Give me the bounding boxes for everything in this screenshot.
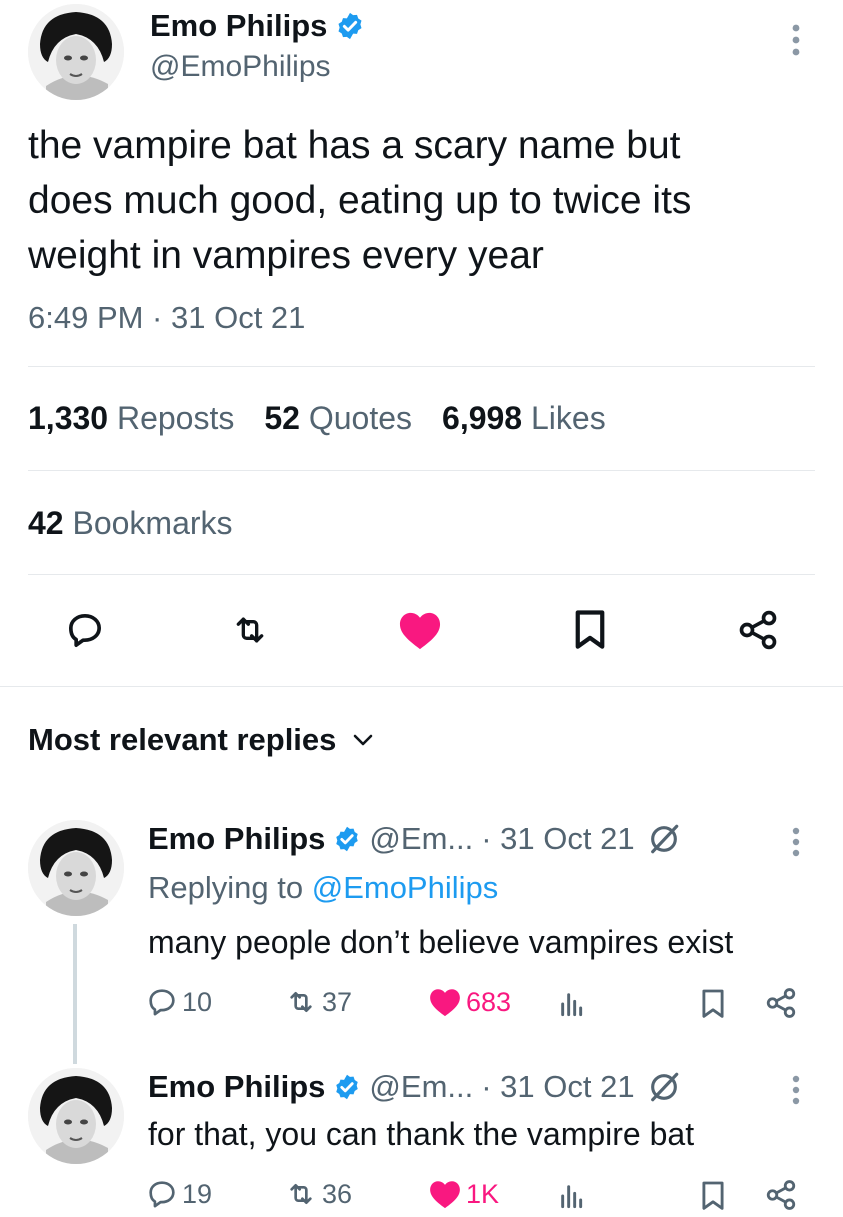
- heart-filled-icon: [399, 612, 441, 650]
- repost-count: 37: [322, 986, 353, 1017]
- verified-badge-icon: [336, 1074, 359, 1100]
- bookmarks-count: 42: [28, 505, 64, 541]
- reply-share-button[interactable]: [764, 986, 798, 1025]
- tweet-text: the vampire bat has a scary name but doe…: [28, 118, 691, 283]
- grok-icon[interactable]: [647, 1070, 681, 1104]
- replying-to-handle[interactable]: @EmoPhilips: [312, 870, 499, 905]
- replying-to-prefix: Replying to: [148, 870, 304, 905]
- reply-author-name[interactable]: Emo Philips: [148, 821, 325, 857]
- replying-to: Replying to @EmoPhilips: [148, 870, 498, 906]
- reply-icon: [69, 614, 101, 647]
- reply-reply-button[interactable]: 10: [146, 986, 212, 1018]
- reply-author-handle[interactable]: @Em...: [369, 1069, 473, 1105]
- avatar-image: [28, 1068, 124, 1164]
- likes-count: 6,998: [442, 400, 523, 436]
- reply-avatar[interactable]: [28, 820, 124, 916]
- bookmarks-label: Bookmarks: [72, 505, 233, 541]
- reply-count: 19: [182, 1178, 213, 1209]
- grok-icon[interactable]: [647, 822, 681, 856]
- reply-text: many people don’t believe vampires exist: [148, 924, 734, 960]
- quotes-count: 52: [264, 400, 300, 436]
- reply-author-handle[interactable]: @Em...: [369, 821, 473, 857]
- views-icon: [561, 993, 583, 1017]
- reply-count: 10: [182, 986, 213, 1017]
- bookmark-icon: [702, 1181, 724, 1210]
- like-count: 683: [466, 986, 512, 1017]
- heart-filled-icon: [430, 1181, 460, 1209]
- tweet-timestamp[interactable]: 6:49 PM · 31 Oct 21: [28, 300, 305, 336]
- reply-avatar[interactable]: [28, 1068, 124, 1164]
- verified-badge-icon: [338, 12, 362, 40]
- reply-header: Emo Philips @Em... · 31 Oct 21: [148, 1066, 681, 1108]
- reply-bookmark-button[interactable]: [700, 1180, 726, 1217]
- reply-date[interactable]: · 31 Oct 21: [481, 821, 634, 857]
- tweet-text-line: does much good, eating up to twice its: [28, 179, 692, 222]
- tweet-text-line: weight in vampires every year: [28, 234, 544, 277]
- reply-icon: [149, 989, 175, 1016]
- author-name-row: Emo Philips: [150, 6, 365, 46]
- author-handle[interactable]: @EmoPhilips: [150, 50, 331, 84]
- reply-views-button[interactable]: [556, 988, 588, 1025]
- avatar-image: [28, 4, 124, 100]
- reply-like-button[interactable]: 1K: [428, 1178, 499, 1210]
- reply-date[interactable]: · 31 Oct 21: [481, 1069, 634, 1105]
- bookmark-button[interactable]: [560, 605, 620, 655]
- reply-repost-button[interactable]: 36: [284, 1178, 352, 1210]
- tweet-text-line: the vampire bat has a scary name but: [28, 124, 681, 167]
- quotes-stat[interactable]: 52 Quotes: [264, 400, 412, 437]
- stats-row: 1,330 Reposts 52 Quotes 6,998 Likes: [28, 400, 606, 437]
- bookmark-icon: [702, 989, 724, 1018]
- divider: [28, 574, 815, 575]
- repost-count: 36: [322, 1178, 353, 1209]
- views-icon: [561, 1185, 583, 1209]
- reposts-stat[interactable]: 1,330 Reposts: [28, 400, 234, 437]
- repost-icon: [290, 1184, 312, 1204]
- like-count: 1K: [466, 1178, 500, 1209]
- repost-button[interactable]: [220, 605, 280, 655]
- share-icon: [766, 1180, 796, 1210]
- reply-like-button[interactable]: 683: [428, 986, 511, 1018]
- more-options-icon[interactable]: [784, 20, 808, 60]
- likes-label: Likes: [530, 400, 606, 436]
- like-button[interactable]: [390, 605, 450, 655]
- reply-bookmark-button[interactable]: [700, 988, 726, 1025]
- replies-sort-label: Most relevant replies: [28, 722, 337, 757]
- quotes-label: Quotes: [308, 400, 413, 436]
- section-divider: [0, 686, 843, 687]
- repost-icon: [290, 992, 312, 1012]
- divider: [28, 470, 815, 471]
- more-options-icon[interactable]: [784, 824, 808, 860]
- reply-text: for that, you can thank the vampire bat: [148, 1116, 695, 1152]
- more-options-icon[interactable]: [784, 1072, 808, 1108]
- bookmarks-stat[interactable]: 42 Bookmarks: [28, 505, 233, 542]
- share-icon: [739, 610, 777, 650]
- reply-repost-button[interactable]: 37: [284, 986, 352, 1018]
- likes-stat[interactable]: 6,998 Likes: [442, 400, 606, 437]
- divider: [28, 366, 815, 367]
- reposts-count: 1,330: [28, 400, 109, 436]
- avatar-image: [28, 820, 124, 916]
- thread-line: [73, 924, 77, 1064]
- chevron-down-icon: [354, 734, 373, 746]
- reply-reply-button[interactable]: 19: [146, 1178, 212, 1210]
- replies-sort-dropdown[interactable]: Most relevant replies: [28, 722, 374, 758]
- share-button[interactable]: [728, 605, 788, 655]
- reply-icon: [149, 1181, 175, 1208]
- repost-icon: [236, 617, 264, 643]
- reply-share-button[interactable]: [764, 1178, 798, 1217]
- reply-views-button[interactable]: [556, 1180, 588, 1217]
- author-avatar[interactable]: [28, 4, 124, 100]
- author-name[interactable]: Emo Philips: [150, 8, 327, 44]
- verified-badge-icon: [336, 826, 359, 852]
- reply-author-name[interactable]: Emo Philips: [148, 1069, 325, 1105]
- reply-button[interactable]: [55, 605, 115, 655]
- bookmark-icon: [575, 610, 605, 649]
- share-icon: [766, 988, 796, 1018]
- heart-filled-icon: [430, 989, 460, 1017]
- reply-header: Emo Philips @Em... · 31 Oct 21: [148, 818, 681, 860]
- reposts-label: Reposts: [116, 400, 235, 436]
